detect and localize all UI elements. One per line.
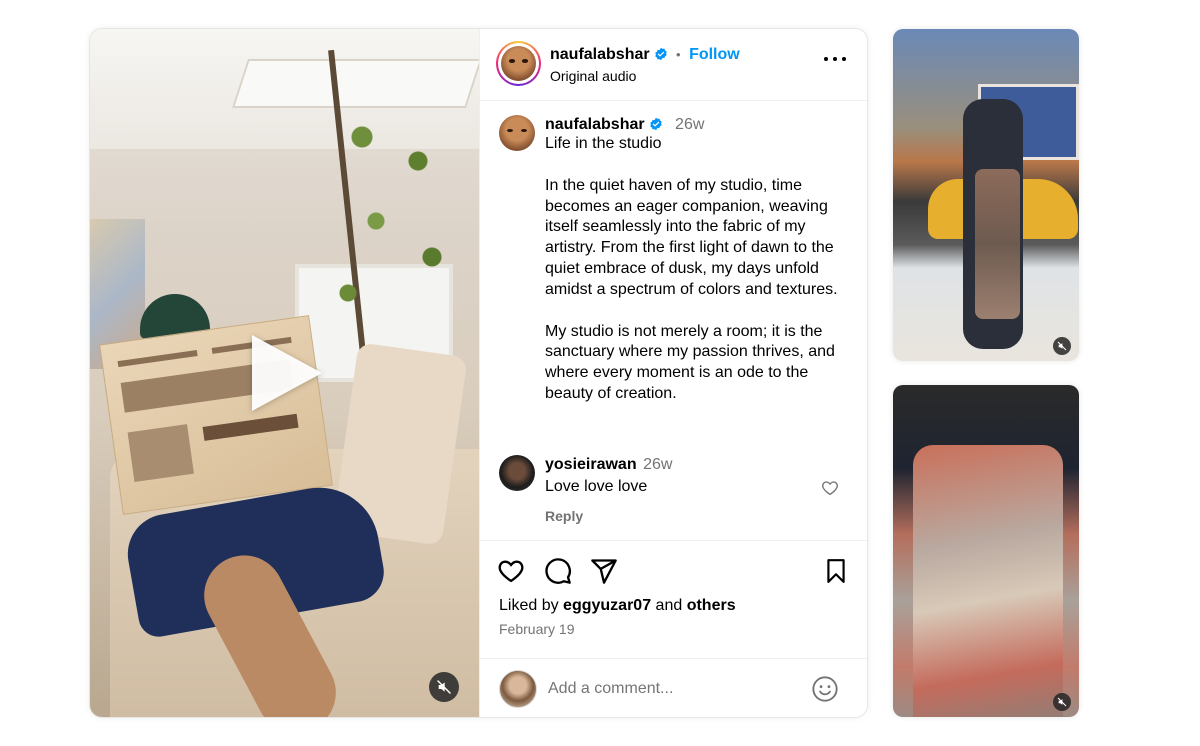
emoji-picker-icon[interactable] [811,675,839,703]
add-comment-input[interactable] [546,675,800,703]
post-actions-section: Liked by eggyuzar07 and others February … [480,540,867,717]
comment-age[interactable]: 26w [643,456,672,473]
muted-icon[interactable] [1053,337,1071,355]
verified-badge-icon [649,117,662,131]
next-post-thumbnail-1[interactable] [893,29,1079,361]
header-separator: • [676,47,681,62]
caption-title: Life in the studio [545,135,662,152]
caption-age[interactable]: 26w [675,116,704,133]
likes-summary: Liked by eggyuzar07 and others [499,597,736,615]
post-card: naufalabshar • Follow Original audio nau… [90,29,867,717]
post-details-panel: naufalabshar • Follow Original audio nau… [479,29,867,717]
comment-like-heart-icon[interactable] [821,479,839,497]
caption-block: naufalabshar 26w Life in the studio In t… [545,116,855,405]
share-paper-plane-icon[interactable] [589,556,619,586]
more-options-icon[interactable] [824,55,846,63]
caption-paragraph-2: My studio is not merely a room; it is th… [545,322,835,402]
caption-paragraph-1: In the quiet haven of my studio, time be… [545,176,838,298]
comment-bubble-icon[interactable] [543,556,573,586]
caption-and-comments: naufalabshar 26w Life in the studio In t… [480,101,867,539]
author-avatar [501,46,536,81]
thumb-scene-apron [975,169,1020,319]
post-video[interactable] [90,29,479,717]
play-icon[interactable] [252,335,322,411]
likes-joiner: and [655,597,683,614]
post-date[interactable]: February 19 [499,621,574,637]
video-scene-plant-leaves [320,89,460,329]
save-bookmark-icon[interactable] [821,556,851,586]
commenter-username[interactable]: yosieirawan [545,456,637,473]
post-header: naufalabshar • Follow Original audio [480,29,867,101]
caption-author-avatar[interactable] [499,115,535,151]
comment-text: Love love love [545,478,648,495]
current-user-avatar [499,670,537,708]
comment-composer [480,658,867,717]
likes-others[interactable]: others [687,597,736,614]
likes-user[interactable]: eggyuzar07 [563,597,651,614]
likes-prefix: Liked by [499,597,559,614]
commenter-avatar[interactable] [499,455,535,491]
next-post-thumbnail-2[interactable] [893,385,1079,717]
muted-icon[interactable] [429,672,459,702]
audio-label[interactable]: Original audio [550,68,636,84]
follow-button[interactable]: Follow [689,46,740,63]
author-username[interactable]: naufalabshar [550,46,650,63]
muted-icon[interactable] [1053,693,1071,711]
reply-button[interactable]: Reply [545,508,583,524]
caption-author-username[interactable]: naufalabshar [545,116,645,133]
author-avatar-story-ring[interactable] [496,41,541,86]
thumb-scene-painted-apron [913,445,1063,717]
header-title-row: naufalabshar • Follow [550,46,740,64]
verified-badge-icon [654,47,667,61]
like-heart-icon[interactable] [496,556,526,586]
